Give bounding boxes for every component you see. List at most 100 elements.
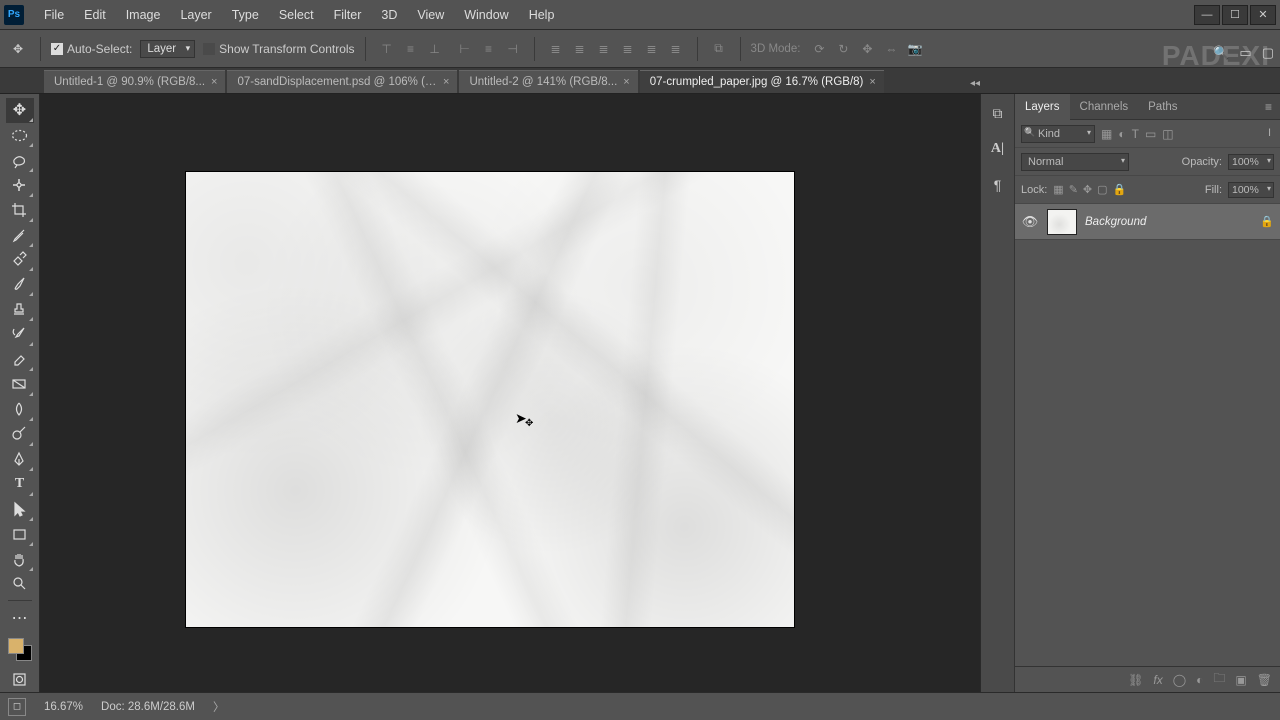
lasso-tool[interactable] [6, 148, 34, 173]
auto-select-option[interactable]: ✓ Auto-Select: [51, 42, 132, 56]
align-vcenter-icon[interactable]: ≡ [400, 38, 422, 60]
paragraph-panel-icon[interactable]: ¶ [987, 174, 1009, 196]
crop-tool[interactable] [6, 198, 34, 223]
shape-tool[interactable] [6, 522, 34, 547]
stamp-tool[interactable] [6, 297, 34, 322]
foreground-color-swatch[interactable] [8, 638, 24, 654]
zoom-level[interactable]: 16.67% [44, 701, 83, 713]
gradient-tool[interactable] [6, 372, 34, 397]
document-tab-active[interactable]: 07-crumpled_paper.jpg @ 16.7% (RGB/8) × [640, 70, 884, 93]
tab-paths[interactable]: Paths [1138, 94, 1187, 120]
eraser-tool[interactable] [6, 347, 34, 372]
fill-field[interactable]: 100% [1228, 182, 1274, 198]
lock-position-icon[interactable]: ✥ [1083, 183, 1092, 196]
hand-tool[interactable] [6, 547, 34, 572]
menu-layer[interactable]: Layer [170, 0, 221, 30]
3d-slide-icon[interactable]: ⇔ [880, 38, 902, 60]
checkbox-checked-icon[interactable]: ✓ [51, 43, 63, 55]
document-tab[interactable]: Untitled-1 @ 90.9% (RGB/8... × [44, 70, 225, 93]
menu-window[interactable]: Window [454, 0, 518, 30]
layer-row-background[interactable]: 👁 Background 🔒 [1015, 204, 1280, 240]
filter-shape-icon[interactable]: ▭ [1145, 127, 1156, 141]
dist-hcenter-icon[interactable]: ≣ [641, 38, 663, 60]
search-icon[interactable]: 🔍 [1213, 45, 1229, 61]
eyedropper-tool[interactable] [6, 223, 34, 248]
layer-mask-icon[interactable]: ◯ [1173, 673, 1186, 687]
filter-kind-dropdown[interactable]: Kind [1021, 125, 1095, 143]
filter-toggle-icon[interactable]: ⏽ [1265, 127, 1274, 140]
arrange-docs-icon[interactable]: ▭ [1239, 45, 1251, 61]
menu-file[interactable]: File [34, 0, 74, 30]
dist-left-icon[interactable]: ≣ [617, 38, 639, 60]
link-layers-icon[interactable]: ⛓ [1128, 673, 1143, 687]
close-tab-icon[interactable]: × [443, 76, 449, 88]
dist-right-icon[interactable]: ≣ [665, 38, 687, 60]
filter-pixel-icon[interactable]: ▦ [1101, 127, 1112, 141]
delete-layer-icon[interactable]: 🗑 [1257, 673, 1272, 687]
document-tab[interactable]: 07-sandDisplacement.psd @ 106% (RGB... × [227, 70, 457, 93]
align-right-icon[interactable]: ⊣ [502, 38, 524, 60]
pen-tool[interactable] [6, 447, 34, 472]
path-select-tool[interactable] [6, 497, 34, 522]
maximize-button[interactable]: ☐ [1222, 5, 1248, 25]
3d-zoom-icon[interactable]: 📷 [904, 38, 926, 60]
dodge-tool[interactable] [6, 422, 34, 447]
blend-mode-dropdown[interactable]: Normal [1021, 153, 1129, 171]
show-transform-option[interactable]: Show Transform Controls [203, 42, 354, 56]
type-tool[interactable]: T [6, 472, 34, 497]
dist-bottom-icon[interactable]: ≣ [593, 38, 615, 60]
menu-edit[interactable]: Edit [74, 0, 116, 30]
tab-layers[interactable]: Layers [1015, 94, 1070, 120]
adjustment-layer-icon[interactable]: ◐ [1196, 673, 1203, 687]
opacity-field[interactable]: 100% [1228, 154, 1274, 170]
quick-select-tool[interactable] [6, 173, 34, 198]
layer-thumbnail[interactable] [1047, 209, 1077, 235]
character-panel-icon[interactable]: A| [987, 138, 1009, 160]
lock-artboard-icon[interactable]: ▢ [1097, 183, 1107, 196]
align-hcenter-icon[interactable]: ≡ [478, 38, 500, 60]
auto-align-icon[interactable]: ⧉ [708, 38, 730, 60]
status-menu-caret-icon[interactable]: 〉 [213, 699, 225, 715]
layer-name[interactable]: Background [1085, 216, 1252, 228]
marquee-tool[interactable] [6, 123, 34, 148]
quick-mask-icon[interactable] [6, 667, 34, 692]
blur-tool[interactable] [6, 397, 34, 422]
dist-vcenter-icon[interactable]: ≣ [569, 38, 591, 60]
panel-menu-icon[interactable]: ≡ [1257, 100, 1280, 114]
canvas-area[interactable]: ➤✥ [40, 94, 980, 692]
visibility-toggle-icon[interactable]: 👁 [1021, 214, 1039, 230]
menu-type[interactable]: Type [222, 0, 269, 30]
align-left-icon[interactable]: ⊢ [454, 38, 476, 60]
close-button[interactable]: ✕ [1250, 5, 1276, 25]
3d-pan-icon[interactable]: ✥ [856, 38, 878, 60]
menu-help[interactable]: Help [519, 0, 565, 30]
menu-view[interactable]: View [407, 0, 454, 30]
3d-roll-icon[interactable]: ↻ [832, 38, 854, 60]
layer-fx-icon[interactable]: fx [1153, 673, 1162, 687]
auto-select-dropdown[interactable]: Layer [140, 40, 195, 58]
lock-transparent-icon[interactable]: ▦ [1053, 183, 1063, 196]
dist-top-icon[interactable]: ≣ [545, 38, 567, 60]
align-top-icon[interactable]: ⊤ [376, 38, 398, 60]
screen-mode-icon[interactable]: ▢ [1262, 45, 1274, 61]
menu-select[interactable]: Select [269, 0, 324, 30]
close-tab-icon[interactable]: × [211, 76, 217, 88]
close-tab-icon[interactable]: × [623, 76, 629, 88]
filter-smart-icon[interactable]: ◫ [1162, 127, 1173, 141]
align-bottom-icon[interactable]: ⊥ [424, 38, 446, 60]
menu-3d[interactable]: 3D [371, 0, 407, 30]
history-brush-tool[interactable] [6, 322, 34, 347]
status-doc-icon[interactable]: ◻ [8, 698, 26, 716]
checkbox-unchecked-icon[interactable] [203, 43, 215, 55]
collapse-arrow-icon[interactable]: ◂◂ [970, 78, 980, 89]
document-tab[interactable]: Untitled-2 @ 141% (RGB/8... × [459, 70, 637, 93]
healing-tool[interactable] [6, 248, 34, 273]
document-canvas[interactable] [186, 172, 794, 627]
zoom-tool[interactable] [6, 572, 34, 597]
minimize-button[interactable]: — [1194, 5, 1220, 25]
color-swatches[interactable] [6, 636, 34, 663]
new-layer-icon[interactable]: ▣ [1235, 673, 1246, 687]
group-icon[interactable]: 🗀 [1213, 669, 1225, 690]
lock-pixels-icon[interactable]: ✎ [1069, 183, 1078, 196]
3d-orbit-icon[interactable]: ⟳ [808, 38, 830, 60]
